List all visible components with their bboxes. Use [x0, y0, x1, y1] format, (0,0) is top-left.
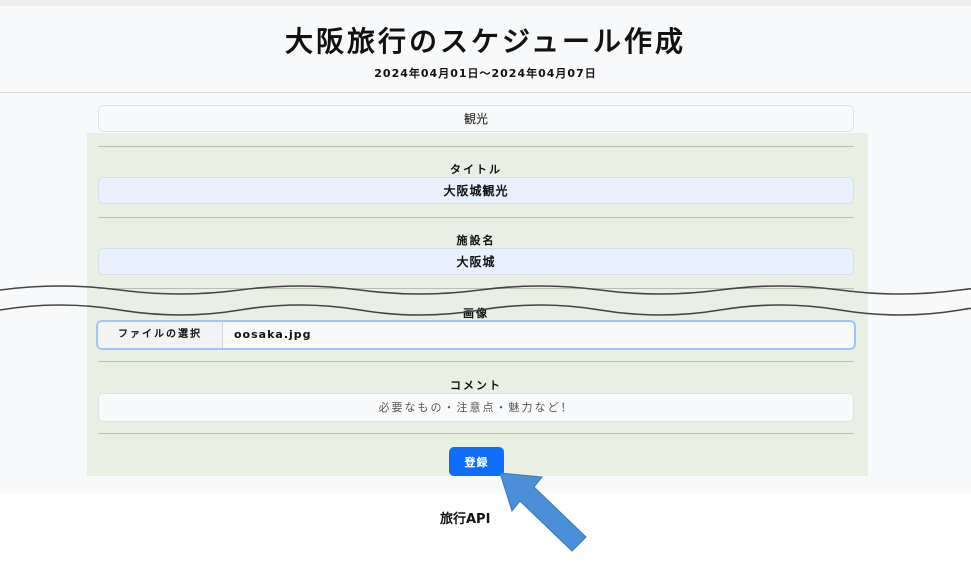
divider	[98, 217, 854, 218]
image-file-input[interactable]: ファイルの選択 oosaka.jpg	[96, 320, 856, 350]
page-title: 大阪旅行のスケジュール作成	[284, 25, 687, 58]
comment-input[interactable]: 必要なもの・注意点・魅力など！	[98, 393, 854, 422]
date-range: 2024年04月01日〜2024年04月07日	[374, 67, 597, 80]
category-field[interactable]: 観光	[98, 105, 854, 132]
choose-file-button[interactable]: ファイルの選択	[98, 322, 223, 348]
footer-text: 旅行API	[440, 512, 491, 527]
selected-file-name: oosaka.jpg	[234, 328, 312, 341]
title-label: タイトル	[450, 163, 502, 176]
facility-input[interactable]: 大阪城	[98, 248, 854, 275]
facility-label: 施設名	[456, 234, 496, 247]
divider	[98, 433, 854, 434]
divider	[98, 361, 854, 362]
wave-separator-icon	[0, 285, 971, 316]
comment-label: コメント	[450, 379, 502, 392]
title-input[interactable]: 大阪城観光	[98, 177, 854, 204]
divider	[98, 146, 854, 147]
page-header: 大阪旅行のスケジュール作成 2024年04月01日〜2024年04月07日	[0, 6, 971, 93]
pointer-arrow-icon	[499, 472, 587, 552]
